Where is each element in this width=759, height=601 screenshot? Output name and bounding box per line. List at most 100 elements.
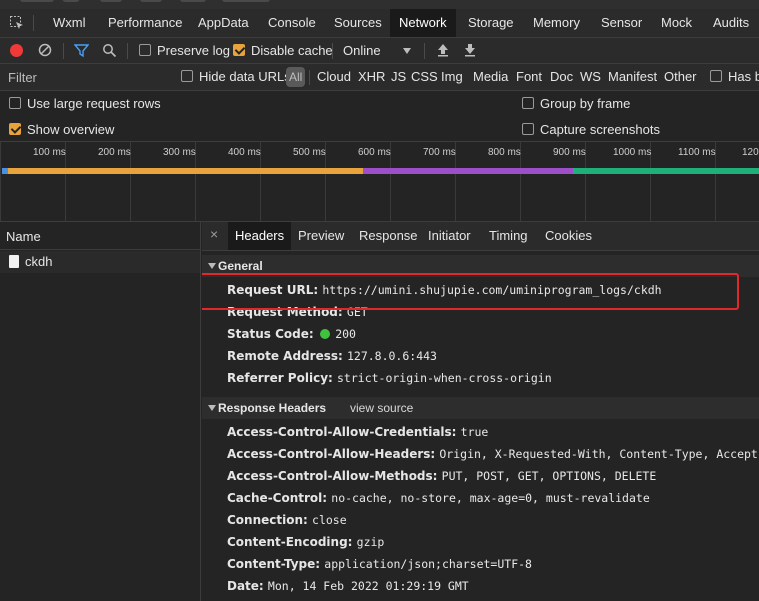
tab-cookies[interactable]: Cookies [538, 222, 599, 250]
header-key: Access-Control-Allow-Methods: [227, 469, 442, 483]
type-filter-img[interactable]: Img [441, 69, 463, 84]
inspect-element-icon[interactable] [9, 15, 25, 31]
devtools-tab-bar: Wxml Performance AppData Console Sources… [0, 9, 759, 38]
large-rows-label: Use large request rows [27, 96, 161, 111]
import-har-icon[interactable] [436, 42, 450, 58]
type-filter-font[interactable]: Font [516, 69, 542, 84]
group-by-frame-label: Group by frame [540, 96, 631, 111]
type-filter-media[interactable]: Media [473, 69, 508, 84]
header-value: strict-origin-when-cross-origin [337, 371, 552, 385]
tick-label: 700 ms [423, 147, 456, 158]
type-filter-xhr[interactable]: XHR [358, 69, 385, 84]
request-name: ckdh [25, 254, 53, 269]
type-filter-doc[interactable]: Doc [550, 69, 573, 84]
capture-screenshots-label: Capture screenshots [540, 122, 660, 137]
tab-preview[interactable]: Preview [291, 222, 351, 250]
export-har-icon[interactable] [463, 42, 477, 58]
tick-label: 120 [742, 147, 759, 158]
tab-storage[interactable]: Storage [459, 9, 523, 37]
close-icon[interactable]: × [210, 227, 222, 241]
network-toolbar: Preserve log Disable cache Online [0, 38, 759, 64]
tick-label: 300 ms [163, 147, 196, 158]
chevron-down-icon[interactable] [403, 48, 411, 54]
tab-performance[interactable]: Performance [99, 9, 191, 37]
clear-icon[interactable] [38, 43, 52, 57]
preserve-log-checkbox[interactable] [139, 44, 151, 56]
type-filter-ws[interactable]: WS [580, 69, 601, 84]
timeline-bar-waiting [8, 168, 363, 174]
tick-label: 100 ms [33, 147, 66, 158]
header-row: Content-Encoding: gzip [227, 535, 384, 549]
has-blocked-label: Has bl [728, 69, 759, 84]
timeline-bar-download [363, 168, 573, 174]
tick-label: 800 ms [488, 147, 521, 158]
type-filter-cloud[interactable]: Cloud [317, 69, 351, 84]
type-filter-other[interactable]: Other [664, 69, 697, 84]
filter-icon[interactable] [73, 43, 90, 58]
tab-sensor[interactable]: Sensor [592, 9, 651, 37]
tab-network[interactable]: Network [390, 9, 456, 37]
hide-data-urls-checkbox[interactable] [181, 70, 193, 82]
header-key: Date: [227, 579, 268, 593]
request-row[interactable]: ckdh [0, 251, 200, 273]
tab-audits[interactable]: Audits [704, 9, 758, 37]
header-value: Mon, 14 Feb 2022 01:29:19 GMT [267, 579, 469, 593]
detail-tab-bar: × Headers Preview Response Initiator Tim… [202, 222, 759, 251]
search-icon[interactable] [102, 43, 117, 58]
tick-label: 200 ms [98, 147, 131, 158]
header-value: no-cache, no-store, max-age=0, must-reva… [331, 491, 650, 505]
header-value: 200 [335, 327, 356, 341]
header-row: Access-Control-Allow-Headers: Origin, X-… [227, 447, 759, 461]
header-key: Remote Address: [227, 349, 347, 363]
tab-console[interactable]: Console [259, 9, 325, 37]
tick-label: 1000 ms [613, 147, 652, 158]
header-row-remote-address: Remote Address: 127.8.0.6:443 [227, 349, 437, 363]
header-value: 127.8.0.6:443 [346, 349, 437, 363]
header-row-referrer-policy: Referrer Policy: strict-origin-when-cros… [227, 371, 552, 385]
disable-cache-checkbox[interactable] [233, 44, 245, 56]
tab-headers[interactable]: Headers [228, 222, 292, 250]
show-overview-checkbox[interactable] [9, 123, 21, 135]
tab-initiator[interactable]: Initiator [421, 222, 478, 250]
tab-wxml[interactable]: Wxml [44, 9, 95, 37]
name-column-header[interactable]: Name [0, 222, 200, 250]
throttle-select[interactable]: Online [343, 43, 381, 58]
view-source-link[interactable]: view source [350, 397, 413, 419]
tick-label: 600 ms [358, 147, 391, 158]
header-value: gzip [356, 535, 385, 549]
has-blocked-checkbox[interactable] [710, 70, 722, 82]
expand-triangle-icon [208, 263, 216, 269]
header-value: application/json;charset=UTF-8 [324, 557, 532, 571]
timeline-overview[interactable]: 100 ms 200 ms 300 ms 400 ms 500 ms 600 m… [0, 141, 759, 222]
tab-appdata[interactable]: AppData [189, 9, 258, 37]
response-headers-section-header[interactable]: Response Headers view source [202, 397, 759, 419]
type-filter-js[interactable]: JS [391, 69, 406, 84]
window-top-strip [0, 0, 759, 9]
show-overview-label: Show overview [27, 122, 115, 137]
type-filter-all[interactable]: All [286, 67, 306, 87]
type-filter-manifest[interactable]: Manifest [608, 69, 657, 84]
tab-memory[interactable]: Memory [524, 9, 589, 37]
header-key: Cache-Control: [227, 491, 332, 505]
header-key: Content-Type: [227, 557, 325, 571]
tick-label: 1100 ms [678, 147, 716, 158]
record-icon[interactable] [10, 44, 23, 57]
capture-screenshots-checkbox[interactable] [522, 123, 534, 135]
tab-response[interactable]: Response [352, 222, 425, 250]
header-row: Cache-Control: no-cache, no-store, max-a… [227, 491, 650, 505]
large-rows-checkbox[interactable] [9, 97, 21, 109]
tab-mock[interactable]: Mock [652, 9, 701, 37]
header-row: Connection: close [227, 513, 347, 527]
header-key: Access-Control-Allow-Headers: [227, 447, 440, 461]
header-row: Date: Mon, 14 Feb 2022 01:29:19 GMT [227, 579, 469, 593]
header-key: Access-Control-Allow-Credentials: [227, 425, 461, 439]
tab-sources[interactable]: Sources [325, 9, 391, 37]
tab-timing[interactable]: Timing [482, 222, 535, 250]
status-dot-icon [319, 329, 330, 339]
response-headers-title: Response Headers [218, 401, 327, 415]
filter-input[interactable]: Filter [8, 70, 37, 85]
disable-cache-label: Disable cache [251, 43, 333, 58]
group-by-frame-checkbox[interactable] [522, 97, 534, 109]
type-filter-css[interactable]: CSS [411, 69, 438, 84]
filter-bar: Filter Hide data URLs All Cloud XHR JS C… [0, 64, 759, 91]
